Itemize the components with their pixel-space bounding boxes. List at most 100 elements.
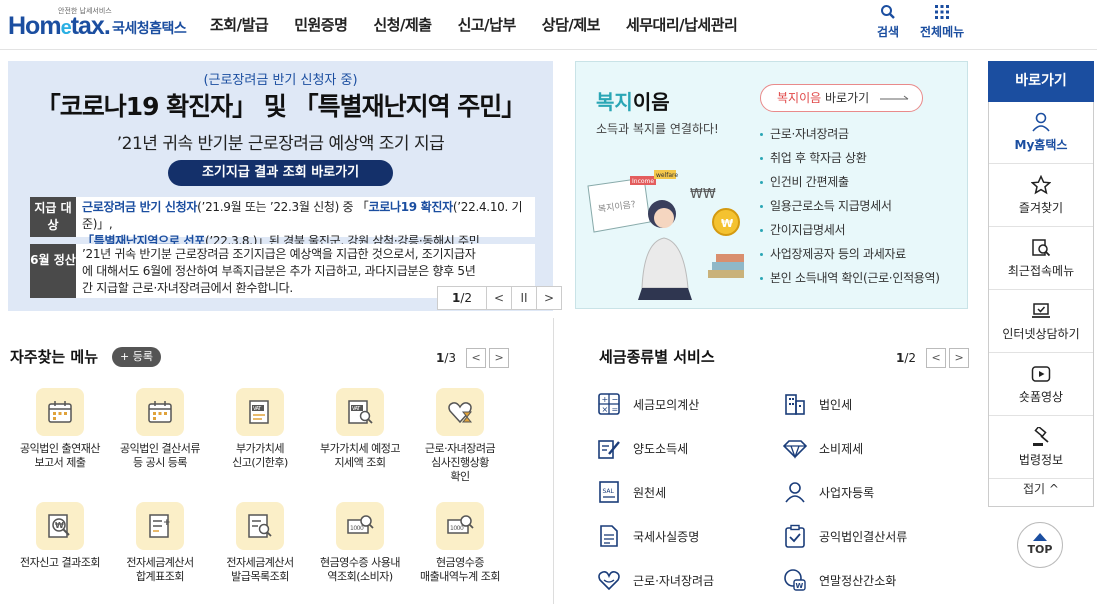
eligibility-tag: 지급 대상 [30,197,76,237]
nav-certificate[interactable]: 민원증명 [294,14,348,35]
svg-text:=: = [612,405,619,414]
tax-service-item[interactable]: SAL 원천세 [597,479,666,505]
welfare-item[interactable]: 취업 후 학자금 상환 [760,146,940,170]
menu-item[interactable]: 공익법인 결산서류 등 공시 등록 [110,388,210,470]
nav-agent[interactable]: 세무대리/납세관리 [626,14,738,35]
frequent-prev-button[interactable]: < [466,348,487,368]
menu-item[interactable]: 공익법인 출연재산 보고서 제출 [10,388,110,470]
chevron-left-icon: < [931,351,941,364]
quick-favorites[interactable]: 즐겨찾기 [989,165,1093,227]
search-button[interactable]: 검색 [877,4,899,40]
tax-service-item[interactable]: 공익법인결산서류 [783,523,907,549]
svg-text:+: + [602,395,609,404]
tax-service-prev-button[interactable]: < [926,348,947,368]
menu-item[interactable]: ₩ 전자신고 결과조회 [10,502,110,570]
vat-document-icon: VAT [236,388,284,436]
all-menu-button[interactable]: 전체메뉴 [920,4,964,40]
welfare-item[interactable]: 인건비 간편제출 [760,170,940,194]
welfare-title: 복지이음 [596,90,670,114]
early-payment-result-button[interactable]: 조기지급 결과 조회 바로가기 [168,160,393,186]
banner-pause-button[interactable]: II [511,287,536,309]
user-register-icon [785,482,805,503]
tax-service-item[interactable]: 근로·자녀장려금 [597,567,714,593]
banner-prev-button[interactable]: < [486,287,511,309]
calendar-icon [136,388,184,436]
menu-item[interactable]: VAT 부가가치세 신고(기한후) [210,388,310,470]
welfare-item[interactable]: 사업장제공자 등의 과세자료 [760,242,940,266]
svg-text:welfare: welfare [656,172,678,179]
search-icon [881,5,895,19]
star-icon [1031,175,1051,195]
tax-service-item[interactable]: + − × = 세금모의계산 [597,391,699,417]
tax-service-item[interactable]: 국세사실증명 [597,523,699,549]
menu-item[interactable]: + 전자세금계산서 합계표조회 [110,502,210,584]
chevron-right-icon: > [494,351,504,364]
menu-item[interactable]: 전자세금계산서 발급목록조회 [210,502,310,584]
tax-service-next-button[interactable]: > [949,348,970,368]
add-frequent-button[interactable]: + 등록 [112,347,161,367]
nav-application[interactable]: 신청/제출 [373,14,432,35]
svg-text:1000: 1000 [450,525,464,532]
tax-service-item[interactable]: 법인세 [783,391,852,417]
logo-subtitle: 국세청홈택스 [112,21,187,37]
cash-receipt-sum-icon: 1000 [436,502,484,550]
welfare-item[interactable]: 근로·자녀장려금 [760,122,940,146]
tax-service-item[interactable]: 사업자등록 [783,479,874,505]
tax-service-item[interactable]: 양도소득세 [597,435,688,461]
document-pen-icon [598,440,620,459]
nav-consult[interactable]: 상담/제보 [542,14,601,35]
menu-item[interactable]: 1000 현금영수증 매출내역누계 조회 [410,502,510,584]
invoice-search-icon [236,502,284,550]
svg-text:−: − [612,395,619,404]
tax-service-title: 세금종류별 서비스 [599,348,715,366]
invoice-sum-icon: + [136,502,184,550]
welfare-item[interactable]: 본인 소득내역 확인(근로·인적용역) [760,266,940,290]
section-divider [553,318,554,604]
quick-law-info[interactable]: 법령정보 [989,417,1093,479]
menu-item[interactable]: 1000 현금영수증 사용내 역조회(소비자) [310,502,410,584]
banner-row-eligibility: 지급 대상 근로장려금 반기 신청자(’21.9월 또는 ’22.3월 신청) … [30,197,535,248]
welfare-subtitle: 소득과 복지를 연결하다! [596,122,719,136]
frequent-menu-title: 자주찾는 메뉴 [10,348,99,366]
logo-wordmark: Hometax. [8,12,111,40]
quick-short-video[interactable]: 숏폼영상 [989,354,1093,416]
quick-fold-button[interactable]: 접기 ^ [989,480,1093,497]
welfare-link-button[interactable]: 복지이음 바로가기 [760,84,923,112]
frequent-next-button[interactable]: > [489,348,510,368]
hometax-logo[interactable]: 안전한 납세서비스 Hometax. 국세청홈택스 [8,6,198,46]
won-search-icon: ₩ [36,502,84,550]
gavel-icon [1033,427,1049,446]
chevron-right-icon: > [954,351,964,364]
nav-inquiry[interactable]: 조회/발급 [210,14,269,35]
eligibility-text: 근로장려금 반기 신청자(’21.9월 또는 ’22.3월 신청) 중 「코로나… [82,200,523,248]
tax-service-item[interactable]: W 연말정산간소화 [783,567,896,593]
svg-text:1000: 1000 [350,525,364,532]
arrow-right-icon [880,95,909,100]
welfare-item[interactable]: 간이지급명세서 [760,218,940,242]
vat-search-icon: VAT [336,388,384,436]
svg-text:₩₩: ₩₩ [690,187,716,202]
main-banner[interactable]: (근로장려금 반기 신청자 중) 「코로나19 확진자」 및 「특별재난지역 주… [8,61,562,311]
building-icon [785,394,805,415]
diamond-icon [783,440,807,459]
withholding-tax-icon: SAL [599,481,619,503]
welfare-eum-banner[interactable]: 복지이음 소득과 복지를 연결하다! 복지이음 바로가기 근로·자녀장려금 취업… [575,61,968,309]
quick-my-hometax[interactable]: My홈택스 [989,102,1093,164]
nav-filing[interactable]: 신고/납부 [458,14,517,35]
menu-item[interactable]: VAT 부가가치세 예정고 지세액 조회 [310,388,410,470]
banner-next-button[interactable]: > [536,287,561,309]
menu-item[interactable]: 근로·자녀장려금 심사진행상황 확인 [410,388,510,484]
pause-icon: II [520,291,528,305]
quick-online-consult[interactable]: 인터넷상담하기 [989,291,1093,353]
chevron-left-icon: < [493,291,505,305]
heart-hourglass-icon [436,388,484,436]
welfare-item[interactable]: 일용근로소득 지급명세서 [760,194,940,218]
play-icon [1031,366,1051,382]
scroll-top-button[interactable]: TOP [1017,522,1063,568]
frequent-page-indicator: 1/3 [436,351,457,365]
chevron-right-icon: > [543,291,555,305]
tax-service-pager: 1/2 < > [896,348,970,368]
quick-recent-menu[interactable]: 최근접속메뉴 [989,228,1093,290]
quick-menu-title: 바로가기 [988,61,1094,102]
tax-service-item[interactable]: 소비제세 [783,435,863,461]
